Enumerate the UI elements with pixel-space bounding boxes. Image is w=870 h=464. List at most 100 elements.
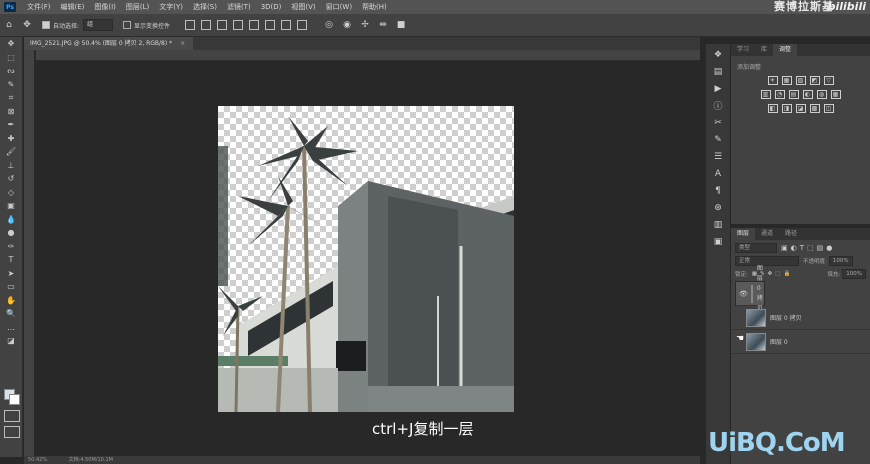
move-tool-preset-icon[interactable]: ✥ xyxy=(20,18,34,32)
layer-name[interactable]: 图层 0 拷贝 xyxy=(770,313,802,322)
invert-icon[interactable]: ◧ xyxy=(767,104,778,113)
tab-learn[interactable]: 学习 xyxy=(731,44,755,56)
align-middle-icon[interactable] xyxy=(249,20,260,30)
info-panel-icon[interactable]: ⓘ xyxy=(706,97,730,114)
3d-mode-scale-icon[interactable]: ■ xyxy=(394,18,408,32)
layer-filter-dropdown[interactable]: 类型 xyxy=(735,242,777,253)
clone-stamp-tool-icon[interactable]: ⊥ xyxy=(0,159,22,173)
vertical-ruler[interactable] xyxy=(24,50,34,458)
align-left-icon[interactable] xyxy=(185,20,196,30)
layer-row[interactable]: 👁 图层 0 拷贝 2 xyxy=(735,265,765,322)
3d-mode-slide-icon[interactable]: ⇹ xyxy=(376,18,390,32)
properties-panel-icon[interactable]: ☰ xyxy=(706,148,730,165)
glyphs-panel-icon[interactable]: ⊛ xyxy=(706,199,730,216)
quick-select-tool-icon[interactable]: ✎ xyxy=(0,78,22,92)
photo-filter-icon[interactable]: ◐ xyxy=(802,90,813,99)
menu-layer[interactable]: 图层(L) xyxy=(121,2,154,12)
lasso-tool-icon[interactable]: ᔓ xyxy=(0,64,22,78)
menu-edit[interactable]: 编辑(E) xyxy=(56,2,90,12)
menu-3d[interactable]: 3D(D) xyxy=(256,3,287,11)
blend-mode-dropdown[interactable]: 正常 xyxy=(735,255,799,266)
hue-saturation-icon[interactable]: ▥ xyxy=(760,90,771,99)
posterize-icon[interactable]: ◨ xyxy=(781,104,792,113)
menu-type[interactable]: 文字(Y) xyxy=(154,2,188,12)
menu-image[interactable]: 图像(I) xyxy=(89,2,121,12)
menu-filter[interactable]: 滤镜(T) xyxy=(222,2,256,12)
align-right-icon[interactable] xyxy=(217,20,228,30)
hand-tool-icon[interactable]: ✋ xyxy=(0,294,22,308)
more-options-icon[interactable] xyxy=(297,20,308,30)
blur-tool-icon[interactable]: 💧 xyxy=(0,213,22,227)
auto-select-checkbox[interactable] xyxy=(42,21,50,29)
close-tab-icon[interactable]: × xyxy=(180,40,185,47)
horizontal-ruler[interactable] xyxy=(36,50,700,61)
marquee-tool-icon[interactable]: ⬚ xyxy=(0,51,22,65)
opacity-input[interactable]: 100% xyxy=(828,255,853,266)
exposure-icon[interactable]: ◩ xyxy=(809,76,820,85)
canvas-image[interactable] xyxy=(218,106,514,412)
rectangle-tool-icon[interactable]: ▭ xyxy=(0,280,22,294)
edit-toolbar-icon[interactable]: … xyxy=(0,321,22,335)
selective-color-icon[interactable]: ◫ xyxy=(823,104,834,113)
pen-tool-icon[interactable]: ✑ xyxy=(0,240,22,254)
crop-tool-icon[interactable]: ⌗ xyxy=(0,91,22,105)
channel-mixer-icon[interactable]: ◍ xyxy=(816,90,827,99)
menu-select[interactable]: 选择(S) xyxy=(188,2,222,12)
align-center-icon[interactable] xyxy=(201,20,212,30)
align-top-icon[interactable] xyxy=(233,20,244,30)
tool-presets-icon[interactable]: ✂ xyxy=(706,114,730,131)
color-balance-icon[interactable]: ◔ xyxy=(774,90,785,99)
move-tool-icon[interactable]: ✥ xyxy=(0,37,22,51)
frame-tool-icon[interactable]: ⊠ xyxy=(0,105,22,119)
menu-window[interactable]: 窗口(W) xyxy=(321,2,357,12)
background-color-swatch[interactable] xyxy=(9,394,20,405)
healing-brush-tool-icon[interactable]: ✚ xyxy=(0,132,22,146)
tab-paths[interactable]: 路径 xyxy=(779,228,803,240)
menu-view[interactable]: 视图(V) xyxy=(286,2,320,12)
tab-adjustments[interactable]: 调整 xyxy=(773,44,798,56)
screen-mode-icon[interactable] xyxy=(4,426,20,438)
character-panel-icon[interactable]: A xyxy=(706,165,730,182)
quick-mask-icon[interactable] xyxy=(4,410,20,422)
curves-icon[interactable]: ▨ xyxy=(795,76,806,85)
fill-input[interactable]: 100% xyxy=(842,268,866,279)
zoom-tool-icon[interactable]: 🔍 xyxy=(0,307,22,321)
history-panel-icon[interactable]: ▤ xyxy=(706,63,730,80)
zoom-level[interactable]: 50.42% xyxy=(28,457,47,463)
image-thumbnail-icon[interactable]: ▣ xyxy=(706,233,730,250)
default-colors-icon[interactable]: ◪ xyxy=(0,334,22,348)
eye-icon[interactable]: 👁 xyxy=(739,289,748,299)
tab-layers[interactable]: 图层 xyxy=(731,228,756,240)
3d-mode-rotate-icon[interactable]: ◎ xyxy=(322,18,336,32)
3d-panel-icon[interactable]: ❖ xyxy=(706,46,730,63)
history-brush-tool-icon[interactable]: ↺ xyxy=(0,172,22,186)
paragraph-panel-icon[interactable]: ¶ xyxy=(706,182,730,199)
brightness-contrast-icon[interactable]: ☀ xyxy=(767,76,778,85)
type-tool-icon[interactable]: T xyxy=(0,253,22,267)
swatches-panel-icon[interactable]: ▥ xyxy=(706,216,730,233)
color-lookup-icon[interactable]: ▦ xyxy=(830,90,841,99)
levels-icon[interactable]: ▦ xyxy=(781,76,792,85)
layer-row[interactable]: 图层 0 xyxy=(731,330,870,354)
brush-tool-icon[interactable]: 🖌 xyxy=(0,145,22,159)
gradient-tool-icon[interactable]: ▣ xyxy=(0,199,22,213)
black-white-icon[interactable]: ▤ xyxy=(788,90,799,99)
threshold-icon[interactable]: ◪ xyxy=(795,104,806,113)
eraser-tool-icon[interactable]: ◇ xyxy=(0,186,22,200)
gradient-map-icon[interactable]: ▩ xyxy=(809,104,820,113)
eyedropper-tool-icon[interactable]: ✒ xyxy=(0,118,22,132)
distribute-icon[interactable] xyxy=(281,20,292,30)
dodge-tool-icon[interactable]: ● xyxy=(0,226,22,240)
document-tab[interactable]: IMG_2521.JPG @ 50.4% (图层 0 拷贝 2, RGB/8) … xyxy=(24,37,194,50)
layer-name[interactable]: 图层 0 xyxy=(770,337,788,346)
layer-row[interactable]: 图层 0 拷贝 xyxy=(731,306,870,330)
tab-channels[interactable]: 通道 xyxy=(755,228,779,240)
path-select-tool-icon[interactable]: ➤ xyxy=(0,267,22,281)
show-transform-checkbox[interactable] xyxy=(123,21,132,29)
vibrance-icon[interactable]: ▽ xyxy=(823,76,834,85)
home-icon[interactable]: ⌂ xyxy=(2,18,16,32)
actions-panel-icon[interactable]: ▶ xyxy=(706,80,730,97)
layer-filter-icons[interactable]: ▣◐T⬚▤● xyxy=(781,244,835,252)
align-bottom-icon[interactable] xyxy=(265,20,276,30)
menu-help[interactable]: 帮助(H) xyxy=(357,2,392,12)
